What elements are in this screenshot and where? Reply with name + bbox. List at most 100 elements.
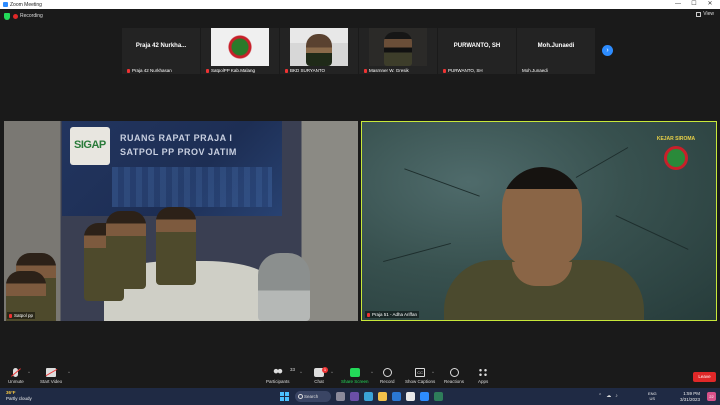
clock-time: 1:59 PM xyxy=(683,391,700,396)
participant-thumbnail[interactable]: Praja 42 Nurkha... Praja 42 Nurkhasan xyxy=(122,28,200,74)
participant-label: BKD SURYANTO xyxy=(285,68,325,73)
participant-person xyxy=(306,34,332,66)
participant-thumbnail[interactable]: Moh.Junaedi Moh.Junaedi xyxy=(517,28,595,74)
captions-options-caret-icon[interactable]: ^ xyxy=(432,370,434,375)
participant-person xyxy=(384,32,412,66)
banner-line-2: SATPOL PP PROV JATIM xyxy=(120,147,237,157)
participant-big-name: Moh.Junaedi xyxy=(537,43,575,49)
edge-icon[interactable] xyxy=(364,392,373,401)
reactions-label: Reactions xyxy=(444,379,465,384)
view-label: View xyxy=(703,11,714,17)
background-texture xyxy=(615,215,689,250)
store-icon[interactable] xyxy=(392,392,401,401)
maximize-button[interactable]: ☐ xyxy=(686,0,702,9)
close-button[interactable]: ✕ xyxy=(702,0,718,9)
video-tile-active-speaker[interactable]: KEJAR SIROMA Praja 51 - Adha Ariffan xyxy=(361,121,717,321)
reactions-smiley-icon xyxy=(449,368,459,377)
participant-thumbnail[interactable]: PURWANTO, SH PURWANTO, SH xyxy=(438,28,516,74)
muted-mic-icon xyxy=(285,68,288,73)
show-captions-button[interactable]: CC Show Captions xyxy=(405,368,435,384)
participant-label: PURWANTO, SH xyxy=(443,68,483,73)
chevron-up-icon[interactable]: ⌃ xyxy=(598,393,602,399)
woman-figure xyxy=(258,253,310,321)
apps-label: Apps xyxy=(478,379,489,384)
language-bottom: US xyxy=(649,396,656,401)
participant-name: PURWANTO, SH xyxy=(448,68,483,73)
background-texture xyxy=(404,168,480,197)
window-titlebar: Zoom Meeting — ☐ ✕ xyxy=(0,0,720,9)
participants-options-caret-icon[interactable]: ^ xyxy=(300,370,302,375)
record-button[interactable]: Record xyxy=(380,368,395,384)
video-options-caret-icon[interactable]: ^ xyxy=(68,370,70,375)
next-page-arrow-icon[interactable]: › xyxy=(602,45,613,56)
notification-center-icon[interactable]: 22 xyxy=(707,392,716,401)
speaker-icon[interactable]: ♪ xyxy=(615,393,618,399)
reactions-button[interactable]: Reactions xyxy=(444,368,464,384)
unmute-button[interactable]: Unmute xyxy=(8,368,24,384)
taskbar-search-box[interactable]: Search xyxy=(295,391,331,402)
zoom-taskbar-icon[interactable] xyxy=(420,392,429,401)
grid-view-icon xyxy=(696,11,702,17)
closed-captions-icon: CC xyxy=(415,368,426,377)
sigap-logo: SIGAP xyxy=(70,127,110,165)
emblem-ring xyxy=(664,146,688,170)
muted-mic-icon xyxy=(443,68,446,73)
minimize-button[interactable]: — xyxy=(670,0,686,9)
window-controls: — ☐ ✕ xyxy=(670,0,718,9)
participant-label: Moh.Junaedi xyxy=(522,68,548,73)
participant-thumbnail[interactable]: BKD SURYANTO xyxy=(280,28,358,74)
participant-name: BKD SURYANTO xyxy=(290,68,326,73)
camera-off-icon xyxy=(46,368,57,377)
speaker-head xyxy=(502,167,582,267)
record-label: Record xyxy=(380,379,395,384)
room-banner: SIGAP RUANG RAPAT PRAJA I SATPOL PP PROV… xyxy=(62,121,282,216)
record-icon xyxy=(382,368,392,377)
system-tray-icons[interactable]: ⌃ ☁ ♪ xyxy=(598,393,618,399)
participant-thumbnail[interactable]: Masrnner W. Gresik xyxy=(359,28,437,74)
participant-name: Praja 42 Nurkhasan xyxy=(132,68,172,73)
chrome-icon[interactable] xyxy=(406,392,415,401)
language-indicator[interactable]: ENG US xyxy=(648,391,657,401)
leave-button[interactable]: Leave xyxy=(693,372,716,382)
participant-big-name: Praja 42 Nurkha... xyxy=(135,43,187,49)
audio-options-caret-icon[interactable]: ^ xyxy=(28,370,30,375)
banner-line-1: RUANG RAPAT PRAJA I xyxy=(120,133,233,143)
file-explorer-icon[interactable] xyxy=(378,392,387,401)
zoom-app-icon xyxy=(3,2,8,7)
task-view-icon[interactable] xyxy=(336,392,345,401)
emblem-text: KEJAR SIROMA xyxy=(656,136,696,142)
participants-button[interactable]: Participants xyxy=(266,368,290,384)
recording-dot-icon xyxy=(13,13,18,19)
participant-video xyxy=(290,28,348,66)
muted-mic-icon xyxy=(206,68,209,73)
security-shield-icon[interactable] xyxy=(4,12,10,20)
weather-desc: Partly cloudy xyxy=(6,395,32,401)
start-video-label: Start Video xyxy=(40,379,63,384)
clock-date: 3/31/2023 xyxy=(679,396,700,402)
start-video-button[interactable]: Start Video xyxy=(40,368,62,384)
share-options-caret-icon[interactable]: ^ xyxy=(371,370,373,375)
participant-big-name: PURWANTO, SH xyxy=(453,43,501,49)
cloud-icon[interactable]: ☁ xyxy=(606,393,611,399)
windows-start-icon[interactable] xyxy=(280,392,289,401)
participant-name: Masrnner W. Gresik xyxy=(369,68,409,73)
show-captions-label: Show Captions xyxy=(405,379,436,384)
participant-thumbnail[interactable]: SatpolPP Kab.Malang xyxy=(201,28,279,74)
participant-video xyxy=(369,28,427,66)
chat-options-caret-icon[interactable]: ^ xyxy=(331,370,333,375)
app-icon[interactable] xyxy=(434,392,443,401)
apps-button[interactable]: Apps xyxy=(478,368,488,384)
video-tile-left[interactable]: SIGAP RUANG RAPAT PRAJA I SATPOL PP PROV… xyxy=(4,121,358,321)
participants-label: Participants xyxy=(266,379,290,384)
muted-mic-icon xyxy=(9,313,12,318)
satpol-pp-badge-logo xyxy=(211,28,269,66)
participant-name: Moh.Junaedi xyxy=(522,68,548,73)
background-texture xyxy=(383,242,451,263)
weather-widget[interactable]: 36°F Partly cloudy xyxy=(6,390,32,401)
view-button[interactable]: View xyxy=(696,11,714,17)
teams-icon[interactable] xyxy=(350,392,359,401)
meeting-controls-bar: Unmute ^ Start Video ^ Participants 33 ^… xyxy=(0,364,720,388)
recording-label: Recording xyxy=(20,13,43,19)
share-screen-button[interactable]: Share Screen xyxy=(341,368,369,384)
clock[interactable]: 1:59 PM 3/31/2023 xyxy=(680,391,700,402)
